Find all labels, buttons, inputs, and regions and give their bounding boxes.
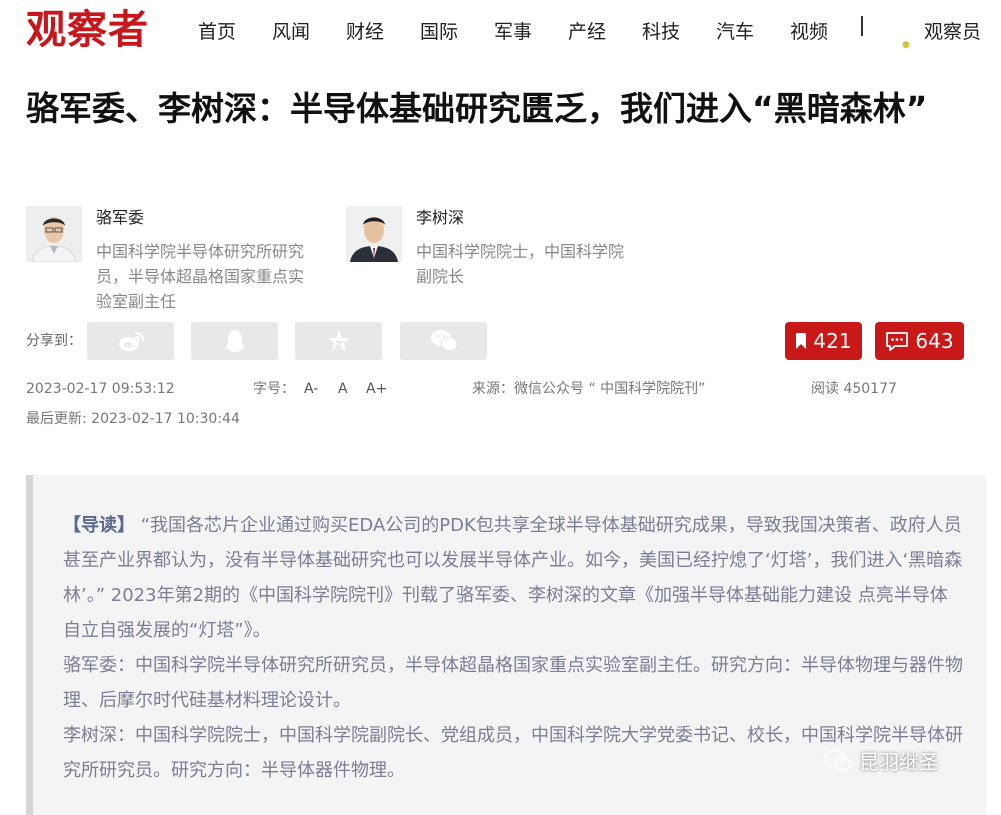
nav-item-military[interactable]: 军事	[494, 18, 532, 46]
share-qzone-button[interactable]	[295, 322, 382, 360]
qzone-star-icon	[327, 330, 350, 351]
member-icon: ●	[902, 40, 910, 50]
author-avatar-2	[346, 206, 402, 262]
share-weibo-button[interactable]	[87, 322, 174, 360]
font-size-label: 字号：	[253, 381, 295, 397]
nav-item-international[interactable]: 国际	[420, 18, 458, 46]
comment-count: 643	[915, 329, 954, 353]
font-size-smaller-button[interactable]: A-	[304, 379, 318, 399]
favorite-count: 421	[813, 329, 852, 353]
share-wechat-button[interactable]	[400, 322, 487, 360]
favorite-button[interactable]: 421	[785, 322, 862, 360]
author-name-2[interactable]: 李树深	[416, 207, 464, 229]
nav-item-tech[interactable]: 科技	[642, 18, 680, 46]
watermark-text: 昆羽继圣	[859, 750, 939, 774]
nav-member-link[interactable]: 观察员	[924, 18, 981, 46]
bookmark-icon	[796, 333, 807, 349]
wechat-logo-icon	[823, 749, 852, 771]
comment-icon	[886, 332, 909, 351]
font-size-normal-button[interactable]: A	[338, 379, 348, 399]
wechat-icon	[430, 330, 458, 352]
nav-item-home[interactable]: 首页	[198, 18, 236, 46]
font-size-larger-button[interactable]: A+	[366, 379, 387, 399]
site-logo[interactable]: 观察者	[26, 4, 149, 56]
last-updated: 最后更新: 2023-02-17 10:30:44	[26, 411, 240, 427]
summary-author-1: 骆军委：中国科学院半导体研究所研究员，半导体超晶格国家重点实验室副主任。研究方向…	[63, 655, 963, 711]
summary-lead-text: “我国各芯片企业通过购买EDA公司的PDK包共享全球半导体基础研究成果，导致我国…	[63, 515, 963, 641]
qq-icon	[225, 330, 244, 352]
summary-tag: 【导读】	[63, 515, 135, 536]
article-source: 来源：微信公众号 “ 中国科学院院刊”	[472, 381, 706, 397]
comment-button[interactable]: 643	[875, 322, 964, 360]
nav-item-video[interactable]: 视频	[790, 18, 828, 46]
share-qq-button[interactable]	[191, 322, 278, 360]
weibo-icon	[118, 332, 144, 351]
author-desc-2: 中国科学院院士，中国科学院副院长	[416, 242, 625, 286]
author-card-1: 骆军委 中国科学院半导体研究所研究员，半导体超晶格国家重点实验室副主任	[26, 206, 316, 316]
author-avatar-1	[26, 206, 82, 262]
nav-divider	[861, 16, 863, 36]
summary-lead: 【导读】 “我国各芯片企业通过购买EDA公司的PDK包共享全球半导体基础研究成果…	[63, 508, 965, 648]
author-card-2: 李树深 中国科学院院士，中国科学院副院长	[346, 206, 636, 296]
nav-item-fengwen[interactable]: 风闻	[272, 18, 310, 46]
author-desc-1: 中国科学院半导体研究所研究员，半导体超晶格国家重点实验室副主任	[96, 242, 305, 311]
nav-item-finance[interactable]: 财经	[346, 18, 384, 46]
read-count: 阅读 450177	[811, 381, 897, 397]
publish-time: 2023-02-17 09:53:12	[26, 381, 175, 397]
wechat-watermark: 昆羽继圣	[823, 746, 939, 775]
nav-item-industry[interactable]: 产经	[568, 18, 606, 46]
share-label: 分享到：	[26, 333, 82, 349]
article-title: 骆军委、李树深：半导体基础研究匮乏，我们进入“黑暗森林”	[26, 89, 928, 128]
author-name-1[interactable]: 骆军委	[96, 207, 144, 229]
nav-item-auto[interactable]: 汽车	[716, 18, 754, 46]
